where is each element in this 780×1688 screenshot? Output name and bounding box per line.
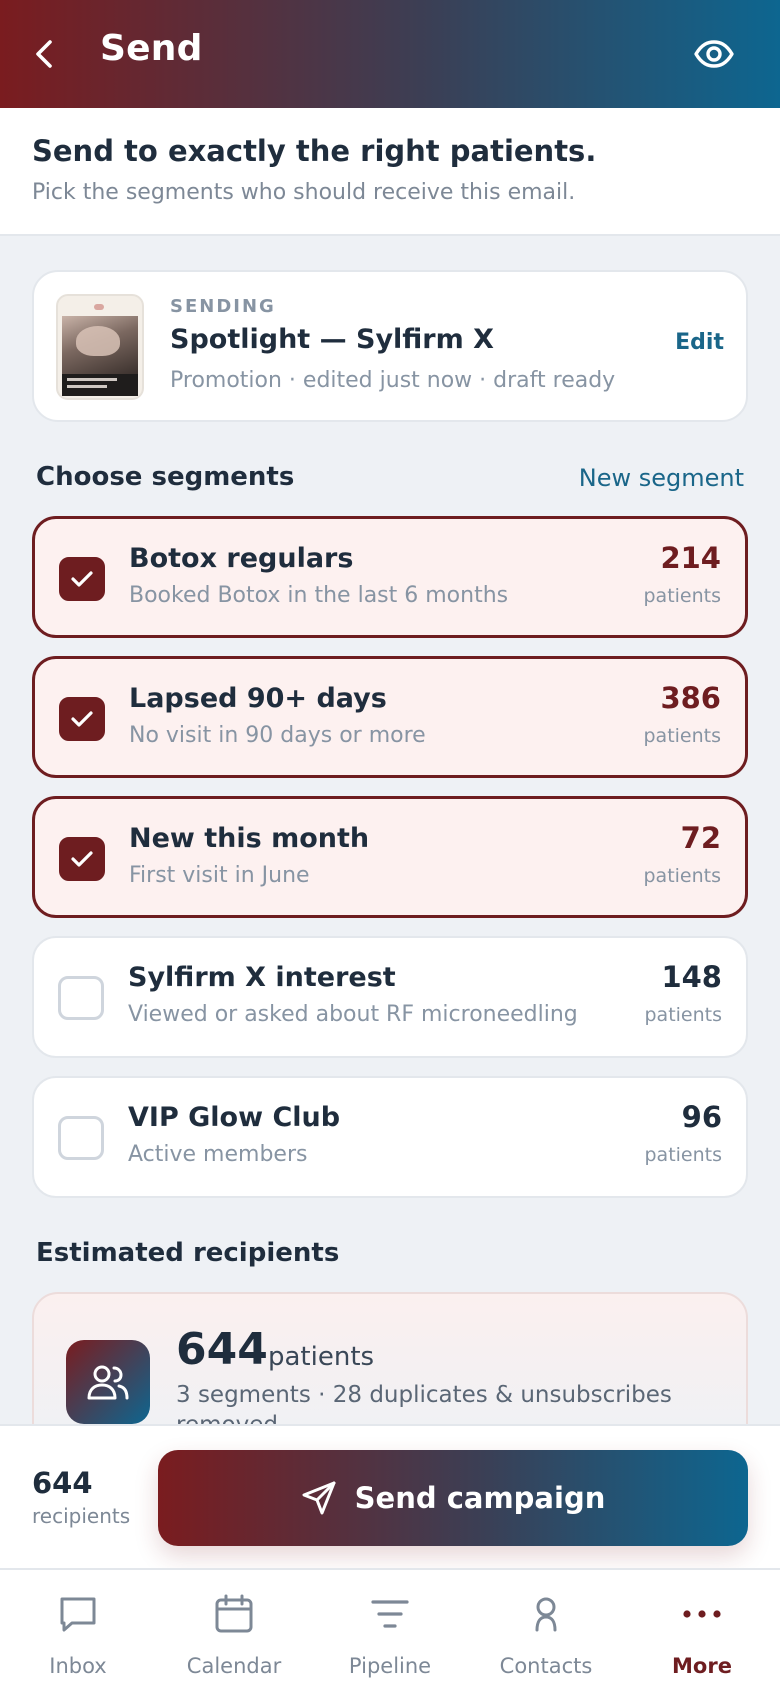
segment-count: 148 [661, 960, 722, 994]
tab-label: Pipeline [348, 1654, 432, 1678]
bottom-tab-bar: Inbox Calendar Pipeline Contacts More [0, 1568, 780, 1688]
segment-count: 72 [680, 821, 721, 855]
segment-description: First visit in June [129, 863, 310, 888]
send-campaign-button[interactable]: Send campaign [158, 1450, 748, 1546]
intro-heading: Send to exactly the right patients. [32, 134, 597, 168]
sending-email-card: SENDING Spotlight — Sylfirm X Promotion … [32, 270, 748, 422]
sending-label: SENDING [170, 296, 276, 317]
tab-label: Calendar [186, 1654, 282, 1678]
intro-subheading: Pick the segments who should receive thi… [32, 180, 576, 205]
segment-description: No visit in 90 days or more [129, 723, 426, 748]
chat-icon [56, 1592, 100, 1636]
segment-row-lapsed-90-days[interactable]: Lapsed 90+ days No visit in 90 days or m… [32, 656, 748, 778]
estimate-count: 644 [176, 1324, 268, 1375]
segment-name: New this month [129, 823, 370, 854]
tab-pipeline[interactable]: Pipeline [312, 1570, 468, 1688]
segment-description: Booked Botox in the last 6 months [129, 583, 509, 608]
send-icon [302, 1481, 336, 1515]
segment-count: 214 [660, 541, 721, 575]
eye-icon [694, 40, 734, 68]
filter-icon [368, 1592, 412, 1636]
tab-label: More [672, 1654, 732, 1678]
segment-count: 386 [660, 681, 721, 715]
tab-calendar[interactable]: Calendar [156, 1570, 312, 1688]
send-screen: Send Send to exactly the right patients.… [0, 0, 780, 1688]
segment-name: Lapsed 90+ days [129, 683, 387, 714]
intro-section: Send to exactly the right patients. Pick… [0, 108, 780, 236]
segment-row-botox-regulars[interactable]: Botox regulars Booked Botox in the last … [32, 516, 748, 638]
tab-inbox[interactable]: Inbox [0, 1570, 156, 1688]
new-segment-button[interactable]: New segment [579, 464, 744, 492]
segment-row-new-this-month[interactable]: New this month First visit in June 72 pa… [32, 796, 748, 918]
segment-name: VIP Glow Club [128, 1102, 341, 1133]
person-icon [524, 1592, 568, 1636]
segment-name: Botox regulars [129, 543, 354, 574]
email-meta: Promotion · edited just now · draft read… [170, 368, 616, 393]
users-icon [66, 1340, 150, 1424]
edit-email-button[interactable]: Edit [675, 330, 724, 355]
check-icon [71, 711, 93, 727]
segment-count: 96 [681, 1100, 722, 1134]
check-icon [71, 571, 93, 587]
back-button[interactable] [22, 30, 66, 78]
page-title: Send [100, 28, 203, 69]
recipient-label: recipients [32, 1504, 131, 1528]
chevron-left-icon [36, 40, 52, 68]
segment-count-unit: patients [644, 1004, 722, 1026]
send-action-bar: 644 recipients Send campaign [0, 1424, 780, 1568]
send-campaign-label: Send campaign [354, 1481, 606, 1515]
segment-description: Viewed or asked about RF microneedling [128, 1002, 578, 1027]
tab-label: Contacts [499, 1654, 593, 1678]
tab-more[interactable]: More [624, 1570, 780, 1688]
more-dots-icon [680, 1592, 724, 1636]
segment-row-sylfirm-x-interest[interactable]: Sylfirm X interest Viewed or asked about… [32, 936, 748, 1058]
recipient-count: 644 [32, 1466, 93, 1500]
calendar-icon [212, 1592, 256, 1636]
tab-label: Inbox [49, 1654, 107, 1678]
segments-heading: Choose segments [36, 462, 295, 492]
preview-button[interactable] [692, 34, 736, 74]
check-icon [71, 851, 93, 867]
segment-count-unit: patients [643, 865, 721, 887]
top-app-bar: Send [0, 0, 780, 108]
segment-checkbox[interactable] [59, 697, 105, 741]
segment-count-unit: patients [644, 1144, 722, 1166]
estimate-unit: patients [268, 1342, 375, 1372]
segment-checkbox[interactable] [58, 976, 104, 1020]
segment-checkbox[interactable] [58, 1116, 104, 1160]
segment-description: Active members [128, 1142, 308, 1167]
segment-checkbox[interactable] [59, 837, 105, 881]
email-thumbnail [56, 294, 144, 400]
segment-count-unit: patients [643, 725, 721, 747]
estimate-heading: Estimated recipients [36, 1238, 340, 1268]
email-name: Spotlight — Sylfirm X [170, 324, 494, 355]
segment-name: Sylfirm X interest [128, 962, 396, 993]
tab-contacts[interactable]: Contacts [468, 1570, 624, 1688]
segment-checkbox[interactable] [59, 557, 105, 601]
segment-row-vip-glow-club[interactable]: VIP Glow Club Active members 96 patients [32, 1076, 748, 1198]
segment-count-unit: patients [643, 585, 721, 607]
